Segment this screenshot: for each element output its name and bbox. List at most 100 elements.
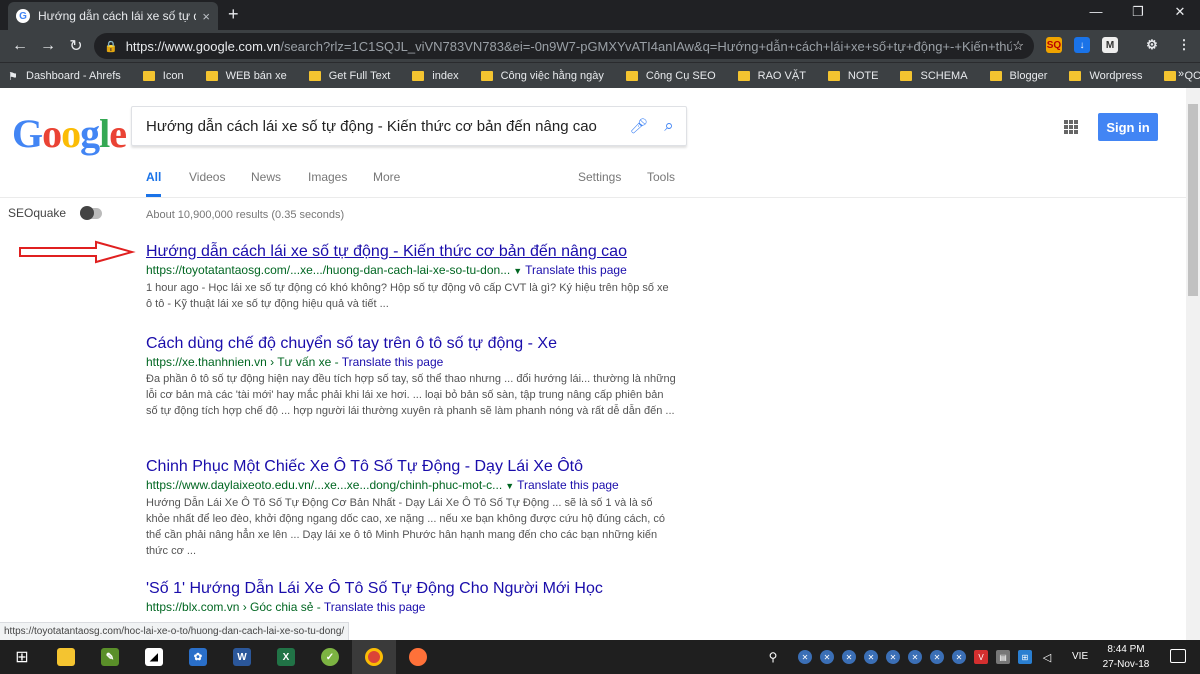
bookmark-folder[interactable]: WEB bán xe	[205, 70, 287, 82]
result-title-link[interactable]: Chinh Phục Một Chiếc Xe Ô Tô Số Tự Động …	[146, 457, 676, 477]
bookmark-folder[interactable]: Get Full Text	[308, 70, 390, 82]
bookmark-folder[interactable]: NOTE	[827, 70, 878, 82]
address-bar[interactable]: 🔒 https://www.google.com.vn/search?rlz=1…	[94, 33, 1034, 59]
sign-in-button[interactable]: Sign in	[1098, 113, 1158, 141]
google-results-page: Google Hướng dẫn cách lái xe số tự động …	[0, 88, 1186, 640]
tray-app-icon[interactable]: ✕	[864, 650, 878, 664]
system-clock[interactable]: 8:44 PM 27-Nov-18	[1100, 642, 1152, 672]
notification-icon[interactable]	[1170, 649, 1186, 663]
taskbar-app[interactable]: ✎	[88, 640, 132, 674]
search-result: Hướng dẫn cách lái xe số tự động - Kiến …	[146, 242, 676, 312]
translate-link[interactable]: Translate this page	[324, 600, 426, 614]
bookmark-folder[interactable]: RAO VẶT	[737, 70, 806, 82]
search-result: Cách dùng chế độ chuyển số tay trên ô tô…	[146, 334, 676, 419]
tray-app-icon[interactable]: ✕	[798, 650, 812, 664]
forward-arrow-icon[interactable]: →	[34, 37, 62, 55]
word-icon: W	[233, 648, 251, 666]
folder-icon	[142, 70, 155, 81]
vietkey-icon[interactable]: V	[974, 650, 988, 664]
result-url: https://blx.com.vn › Góc chia sẻ - Trans…	[146, 600, 426, 614]
people-icon[interactable]: ⚲	[766, 650, 780, 664]
bookmark-star-icon[interactable]: ☆	[1012, 38, 1024, 54]
search-input[interactable]: Hướng dẫn cách lái xe số tự động - Kiến …	[146, 118, 626, 135]
bookmark-folder[interactable]: index	[412, 70, 459, 82]
menu-dots-icon[interactable]: ⋮	[1176, 37, 1192, 53]
scrollbar-thumb[interactable]	[1188, 104, 1198, 296]
media-icon: ◢	[145, 648, 163, 666]
tray-app-icon[interactable]: ✕	[820, 650, 834, 664]
taskbar-excel[interactable]: X	[264, 640, 308, 674]
search-icon[interactable]: ⌕	[652, 116, 686, 136]
tab-videos[interactable]: Videos	[189, 170, 225, 194]
tab-more[interactable]: More	[373, 170, 400, 194]
windows-logo-icon: ⊞	[15, 649, 29, 666]
google-logo[interactable]: Google	[12, 110, 127, 157]
taskbar-file-explorer[interactable]	[44, 640, 88, 674]
seoquake-toggle[interactable]	[80, 205, 103, 220]
close-tab-icon[interactable]: ×	[202, 9, 210, 24]
result-title-link[interactable]: 'Số 1' Hướng Dẫn Lái Xe Ô Tô Số Tự Động …	[146, 579, 676, 599]
result-title-link[interactable]: Cách dùng chế độ chuyển số tay trên ô tô…	[146, 334, 676, 354]
taskbar-app[interactable]: ✓	[308, 640, 352, 674]
bookmark-folder[interactable]: SCHEMA	[900, 70, 968, 82]
notepad-icon: ✎	[101, 648, 119, 666]
result-title-link[interactable]: Hướng dẫn cách lái xe số tự động - Kiến …	[146, 242, 676, 262]
bookmarks-overflow-button[interactable]: »	[1178, 68, 1184, 80]
network-icon[interactable]: ⊞	[1018, 650, 1032, 664]
tray-app-icon[interactable]: ✕	[886, 650, 900, 664]
translate-link[interactable]: Translate this page	[517, 478, 619, 492]
maximize-icon[interactable]: ❐	[1118, 4, 1158, 20]
start-button[interactable]: ⊞	[0, 640, 44, 674]
extension-puzzle-icon[interactable]: ⚙	[1144, 37, 1160, 53]
excel-icon: X	[277, 648, 295, 666]
browser-tab-strip: G Hướng dẫn cách lái xe số tự động - Kiế…	[0, 0, 1200, 30]
tab-settings[interactable]: Settings	[578, 170, 621, 194]
google-apps-grid-icon[interactable]	[1064, 120, 1078, 134]
search-box[interactable]: Hướng dẫn cách lái xe số tự động - Kiến …	[131, 106, 687, 146]
dropdown-triangle-icon[interactable]: ▼	[513, 266, 522, 276]
tab-all[interactable]: All	[146, 170, 162, 197]
volume-icon[interactable]: ◁	[1040, 650, 1054, 664]
tray-app-icon[interactable]: ▤	[996, 650, 1010, 664]
result-snippet: Đa phần ô tô số tự động hiện nay đều tíc…	[146, 373, 676, 417]
bookmark-folder[interactable]: Wordpress	[1069, 70, 1142, 82]
back-arrow-icon[interactable]: ←	[6, 37, 34, 55]
browser-tab[interactable]: G Hướng dẫn cách lái xe số tự động - Kiế…	[8, 2, 218, 30]
bookmark-folder[interactable]: Icon	[142, 70, 184, 82]
tray-app-icon[interactable]: ✕	[930, 650, 944, 664]
result-url: https://toyotatantaosg.com/...xe.../huon…	[146, 263, 627, 277]
folder-icon	[989, 70, 1002, 81]
lock-icon: 🔒	[104, 40, 118, 53]
red-arrow-annotation	[19, 240, 136, 264]
translate-link[interactable]: Translate this page	[525, 263, 627, 277]
reload-icon[interactable]: ↻	[62, 36, 90, 56]
tab-tools[interactable]: Tools	[647, 170, 675, 194]
folder-icon	[900, 70, 913, 81]
seoquake-extension-icon[interactable]: SQ	[1046, 37, 1062, 53]
translate-link[interactable]: Translate this page	[342, 355, 444, 369]
result-stats: About 10,900,000 results (0.35 seconds)	[146, 209, 345, 221]
bookmark-item[interactable]: ⚑ Dashboard - Ahrefs	[8, 70, 121, 83]
tray-app-icon[interactable]: ✕	[908, 650, 922, 664]
dropdown-triangle-icon[interactable]: ▼	[505, 481, 514, 491]
tray-app-icon[interactable]: ✕	[842, 650, 856, 664]
taskbar-app[interactable]: ✿	[176, 640, 220, 674]
taskbar-app[interactable]: ◢	[132, 640, 176, 674]
clock-time: 8:44 PM	[1107, 644, 1145, 655]
bookmark-folder[interactable]: Công việc hằng ngày	[480, 70, 604, 82]
minimize-icon[interactable]: —	[1076, 4, 1116, 19]
taskbar-chrome[interactable]	[352, 640, 396, 674]
tab-news[interactable]: News	[251, 170, 281, 194]
taskbar-word[interactable]: W	[220, 640, 264, 674]
bookmark-folder[interactable]: Công Cụ SEO	[625, 70, 716, 82]
m-extension-icon[interactable]: M	[1102, 37, 1118, 53]
close-window-icon[interactable]: ✕	[1160, 4, 1200, 20]
taskbar-firefox[interactable]	[396, 640, 440, 674]
tray-app-icon[interactable]: ✕	[952, 650, 966, 664]
input-language[interactable]: VIE	[1072, 651, 1088, 662]
bookmark-folder[interactable]: Blogger	[989, 70, 1047, 82]
download-extension-icon[interactable]: ↓	[1074, 37, 1090, 53]
tab-images[interactable]: Images	[308, 170, 347, 194]
new-tab-button[interactable]: +	[228, 4, 239, 25]
microphone-icon[interactable]: 🎤︎	[626, 117, 652, 135]
